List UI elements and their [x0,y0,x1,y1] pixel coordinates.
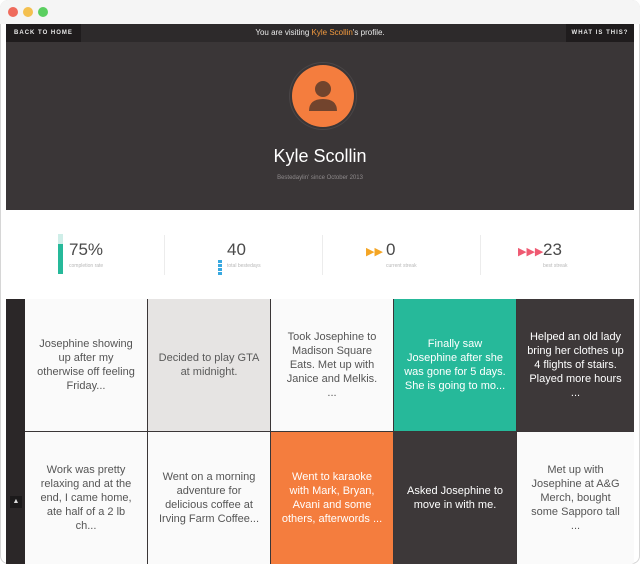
stat-divider [322,235,323,275]
day-card[interactable]: Finally saw Josephine after she was gone… [394,299,516,431]
visiting-name-link[interactable]: Kyle Scollin [312,28,353,37]
total-label: total bestedays [227,263,261,269]
completion-bar [58,234,63,274]
profile-header: Kyle Scollin Bestedaylin' since October … [6,42,634,210]
member-since: Bestedaylin' since October 2013 [277,175,363,181]
window-chrome [0,0,640,24]
day-card[interactable]: Josephine showing up after my otherwise … [25,299,147,431]
avatar [292,65,354,127]
user-silhouette-icon [309,81,337,111]
top-bar: BACK TO HOME You are visiting Kyle Scoll… [6,24,634,42]
double-chevron-icon: ▶▶ [366,246,383,258]
day-card[interactable]: Work was pretty relaxing and at the end,… [25,432,147,564]
stats-panel: 75% completion rate 40 total bestedays ▶… [6,210,634,299]
completion-value: 75% [69,240,104,259]
completion-label: completion rate [69,263,104,269]
day-card[interactable]: Took Josephine to Madison Square Eats. M… [271,299,393,431]
maximize-window-button[interactable] [38,7,48,17]
what-is-this-button[interactable]: WHAT IS THIS? [566,24,634,42]
visiting-message: You are visiting Kyle Scollin's profile. [6,24,634,42]
visiting-prefix: You are visiting [255,28,312,37]
completion-bar-fill [58,244,63,274]
close-window-button[interactable] [8,7,18,17]
profile-name: Kyle Scollin [273,146,367,166]
bestedays-grid: Josephine showing up after my otherwise … [25,299,634,564]
total-bestedays-icon [218,260,222,276]
minimize-window-button[interactable] [23,7,33,17]
site-content: BACK TO HOME You are visiting Kyle Scoll… [6,24,634,564]
day-card[interactable]: Went to karaoke with Mark, Bryan, Avani … [271,432,393,564]
day-card[interactable]: Met up with Josephine at A&G Merch, boug… [517,432,634,564]
caret-up-icon[interactable]: ▲ [10,496,22,508]
stat-divider [164,235,165,275]
day-card[interactable]: Asked Josephine to move in with me. [394,432,516,564]
total-value: 40 [227,240,246,259]
best-streak-value: 23 [543,240,562,259]
day-card[interactable]: Helped an old lady bring her clothes up … [517,299,634,431]
current-streak-label: current streak [386,263,417,269]
left-strip [6,299,25,564]
best-streak-label: best streak [543,263,568,269]
triple-chevron-icon: ▶▶▶ [518,246,544,258]
browser-window: BACK TO HOME You are visiting Kyle Scoll… [0,0,640,564]
day-card[interactable]: Decided to play GTA at midnight. [148,299,270,431]
day-card[interactable]: Went on a morning adventure for deliciou… [148,432,270,564]
visiting-suffix: 's profile. [352,28,385,37]
current-streak-value: 0 [386,240,396,259]
stat-divider [480,235,481,275]
